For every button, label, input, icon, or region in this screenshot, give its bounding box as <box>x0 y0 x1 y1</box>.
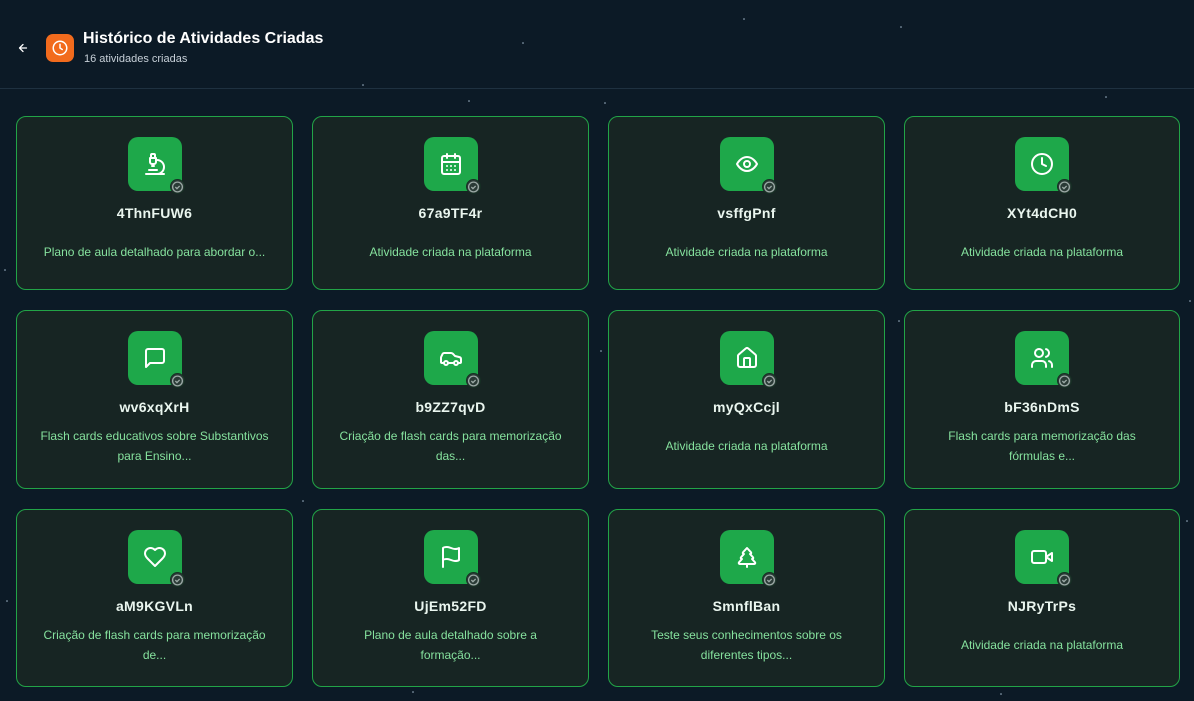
activity-description: Atividade criada na plataforma <box>960 638 1124 652</box>
activity-card[interactable]: XYt4dCH0 Atividade criada na plataforma <box>904 116 1180 290</box>
activity-card[interactable]: wv6xqXrH Flash cards educativos sobre Su… <box>16 310 293 489</box>
activity-description: Atividade criada na plataforma <box>960 245 1124 259</box>
activity-description: Criação de flash cards para memorização … <box>43 628 266 662</box>
check-badge-icon <box>169 373 185 388</box>
activity-id: SmnflBan <box>712 598 781 614</box>
message-icon <box>127 331 185 388</box>
activity-card[interactable]: 4ThnFUW6 Plano de aula detalhado para ab… <box>16 116 293 290</box>
activity-id: myQxCcjl <box>713 399 780 415</box>
activity-id: 67a9TF4r <box>418 205 483 221</box>
activity-grid: 4ThnFUW6 Plano de aula detalhado para ab… <box>16 116 1182 687</box>
car-icon <box>423 331 481 388</box>
activity-id: aM9KGVLn <box>115 598 194 614</box>
check-badge-icon <box>1057 179 1072 194</box>
check-badge-icon <box>761 179 777 194</box>
check-badge-icon <box>465 373 481 388</box>
check-badge-icon <box>761 373 777 388</box>
check-badge-icon <box>761 572 777 587</box>
activity-card[interactable]: SmnflBan Teste seus conhecimentos sobre … <box>608 509 885 687</box>
check-badge-icon <box>465 179 481 194</box>
activity-id: NJRyTrPs <box>1007 598 1077 614</box>
back-button[interactable] <box>14 39 32 57</box>
activity-card[interactable]: NJRyTrPs Atividade criada na plataforma <box>904 509 1180 687</box>
home-icon <box>719 331 777 388</box>
microscope-icon <box>127 137 185 194</box>
activity-description: Atividade criada na plataforma <box>665 245 828 259</box>
check-badge-icon <box>1057 373 1072 388</box>
eye-icon <box>719 137 777 194</box>
activity-card[interactable]: vsffgPnf Atividade criada na plataforma <box>608 116 885 290</box>
activity-description: Teste seus conhecimentos sobre os difere… <box>651 628 842 662</box>
page-title: Histórico de Atividades Criadas <box>83 30 324 47</box>
activity-id: UjEm52FD <box>414 598 487 614</box>
activity-id: vsffgPnf <box>717 205 776 221</box>
video-icon <box>1015 530 1072 587</box>
activity-description: Plano de aula detalhado para abordar o..… <box>43 245 266 259</box>
activity-description: Flash cards para memorização das fórmula… <box>948 429 1136 463</box>
activity-id: bF36nDmS <box>1004 399 1080 415</box>
check-badge-icon <box>169 572 185 587</box>
activity-id: b9ZZ7qvD <box>415 399 486 415</box>
activity-card[interactable]: b9ZZ7qvD Criação de flash cards para mem… <box>312 310 589 489</box>
activity-description: Atividade criada na plataforma <box>665 439 828 453</box>
arrow-left-icon <box>18 43 28 53</box>
check-badge-icon <box>1057 572 1072 587</box>
activity-id: XYt4dCH0 <box>1006 205 1078 221</box>
activity-card[interactable]: myQxCcjl Atividade criada na plataforma <box>608 310 885 489</box>
activity-description: Criação de flash cards para memorização … <box>339 429 562 463</box>
clock-icon <box>46 34 74 62</box>
activity-description: Flash cards educativos sobre Substantivo… <box>40 429 269 463</box>
activity-id: wv6xqXrH <box>119 399 190 415</box>
calendar-icon <box>423 137 481 194</box>
flag-icon <box>423 530 481 587</box>
heart-icon <box>127 530 185 587</box>
activity-count: 16 atividades criadas <box>84 53 188 65</box>
activity-card[interactable]: bF36nDmS Flash cards para memorização da… <box>904 310 1180 489</box>
activity-description: Plano de aula detalhado sobre a formação… <box>364 628 537 662</box>
tree-icon <box>719 530 777 587</box>
activity-card[interactable]: 67a9TF4r Atividade criada na plataforma <box>312 116 589 290</box>
users-icon <box>1015 331 1072 388</box>
activity-id: 4ThnFUW6 <box>116 205 193 221</box>
clock-icon <box>1015 137 1072 194</box>
check-badge-icon <box>169 179 185 194</box>
page-header: Histórico de Atividades Criadas 16 ativi… <box>0 0 1194 89</box>
activity-card[interactable]: aM9KGVLn Criação de flash cards para mem… <box>16 509 293 687</box>
activity-card[interactable]: UjEm52FD Plano de aula detalhado sobre a… <box>312 509 589 687</box>
check-badge-icon <box>465 572 481 587</box>
activity-description: Atividade criada na plataforma <box>369 245 532 259</box>
